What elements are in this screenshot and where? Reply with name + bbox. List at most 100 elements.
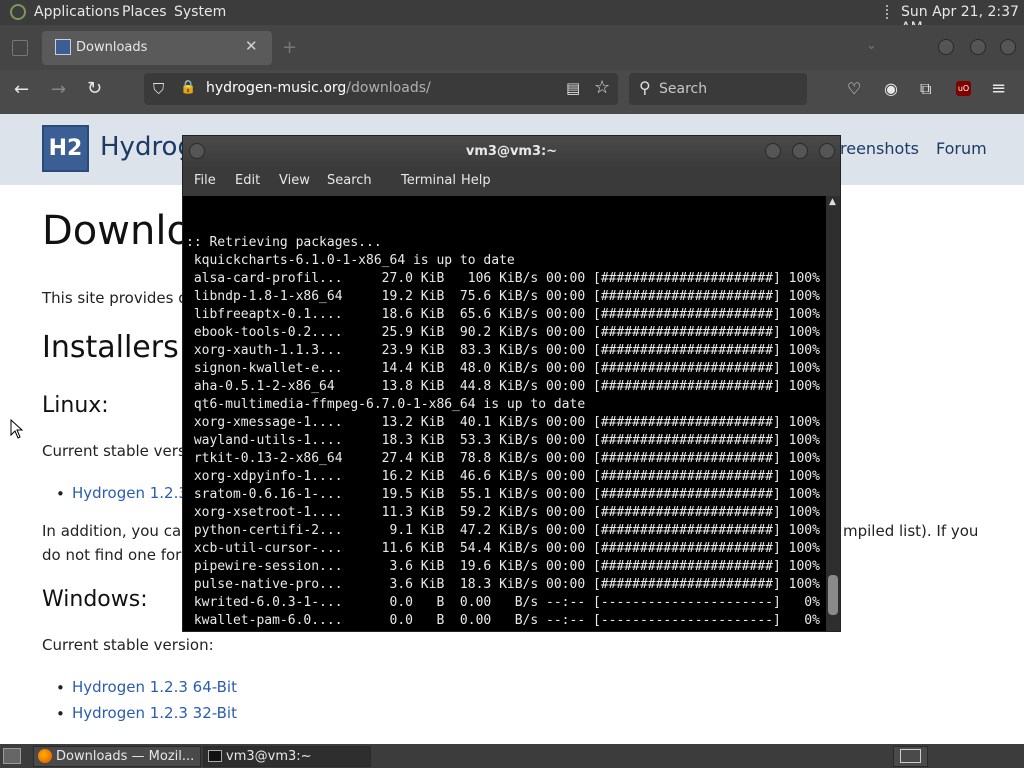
tab-title: Downloads <box>76 40 148 55</box>
star-icon[interactable]: ☆ <box>594 77 610 98</box>
hydrogen-favicon-icon <box>55 39 71 55</box>
terminal-line: xorg-xmessage-1.... 13.2 KiB 40.1 KiB/s … <box>186 415 820 430</box>
close-tab-icon[interactable]: ✕ <box>245 37 258 55</box>
site-title[interactable]: Hydrog <box>100 132 194 162</box>
terminal-line: sratom-0.6.16-1-... 19.5 KiB 55.1 KiB/s … <box>186 487 820 502</box>
terminal-line: libfreeaptx-0.1.... 18.6 KiB 65.6 KiB/s … <box>186 307 820 322</box>
url-bar[interactable]: ⛉ 🔒 hydrogen-music.org/downloads/ ▤ ☆ <box>144 73 618 105</box>
terminal-line: libndp-1.8-1-x86_64 19.2 KiB 75.6 KiB/s … <box>186 289 820 304</box>
terminal-line: :: Retrieving packages... <box>186 235 382 250</box>
nav-link-screenshots[interactable]: reenshots <box>840 139 919 158</box>
search-placeholder: Search <box>659 81 708 97</box>
panel-handle-icon <box>886 5 894 19</box>
account-icon[interactable]: ◉ <box>884 79 898 98</box>
window-maximize-button[interactable] <box>970 39 986 55</box>
hamburger-menu-icon[interactable]: ≡ <box>991 78 1006 99</box>
terminal-maximize-button[interactable] <box>792 143 808 159</box>
url-path: /downloads/ <box>346 80 431 96</box>
terminal-menu-search[interactable]: Search <box>327 173 372 188</box>
terminal-line: pulse-native-pro... 3.6 KiB 18.3 KiB/s 0… <box>186 577 820 592</box>
terminal-menu-help[interactable]: Help <box>461 173 491 188</box>
shield-icon[interactable]: ⛉ <box>153 80 164 98</box>
terminal-line: kquickcharts-6.1.0-1-x86_64 is up to dat… <box>186 253 515 268</box>
ublock-icon[interactable]: uO <box>956 81 971 96</box>
terminal-menu-button[interactable] <box>189 143 205 159</box>
terminal-menu-view[interactable]: View <box>279 173 310 188</box>
bullet-icon: • <box>56 485 65 503</box>
windows-64bit-link[interactable]: Hydrogen 1.2.3 64-Bit <box>72 678 237 696</box>
search-icon: ⚲ <box>639 78 651 97</box>
extensions-icon[interactable]: ⧉ <box>920 79 931 99</box>
url-domain: hydrogen-music.org <box>206 80 347 96</box>
reader-view-icon[interactable]: ▤ <box>566 79 580 97</box>
forward-arrow-icon[interactable]: → <box>51 79 66 100</box>
terminal-line: wayland-utils-1.... 18.3 KiB 53.3 KiB/s … <box>186 433 820 448</box>
linux-download-link[interactable]: Hydrogen 1.2.3 <box>72 484 188 502</box>
menu-applications[interactable]: Applications <box>34 4 120 20</box>
terminal-line: xorg-xauth-1.1.3... 23.9 KiB 83.3 KiB/s … <box>186 343 820 358</box>
linux-heading: Linux: <box>42 393 109 418</box>
back-arrow-icon[interactable]: ← <box>14 79 29 100</box>
new-tab-icon[interactable]: + <box>282 37 297 58</box>
reload-icon[interactable]: ↻ <box>87 78 102 99</box>
taskbar-item-terminal[interactable]: vm3@vm3:~ <box>203 746 371 767</box>
list-tabs-icon[interactable]: ⌄ <box>866 38 877 53</box>
terminal-menu-edit[interactable]: Edit <box>235 173 260 188</box>
pocket-icon[interactable]: ♡ <box>847 79 861 98</box>
terminal-line: xorg-xdpyinfo-1.... 16.2 KiB 46.6 KiB/s … <box>186 469 820 484</box>
addition-text-right: mpiled list). If you <box>843 522 979 540</box>
terminal-scrollbar-thumb[interactable] <box>828 575 838 615</box>
addition-text-left: In addition, you can <box>42 522 191 540</box>
terminal-titlebar[interactable]: vm3@vm3:~ <box>183 136 840 168</box>
terminal-line: aha-0.5.1-2-x86_64 13.8 KiB 44.8 KiB/s 0… <box>186 379 820 394</box>
terminal-menu-file[interactable]: File <box>194 173 216 188</box>
distro-logo-icon[interactable] <box>10 4 26 20</box>
terminal-output[interactable]: :: Retrieving packages... kquickcharts-6… <box>183 196 826 631</box>
terminal-line: python-certifi-2... 9.1 KiB 47.2 KiB/s 0… <box>186 523 820 538</box>
terminal-line: Total (19/21) 276.6 KiB 59.0 KiB/s 00:00… <box>186 630 826 631</box>
terminal-line: alsa-card-profil... 27.0 KiB 106 KiB/s 0… <box>186 271 820 286</box>
terminal-line: ebook-tools-0.2.... 25.9 KiB 90.2 KiB/s … <box>186 325 820 340</box>
mouse-pointer-icon <box>10 419 24 439</box>
terminal-line: kwallet-pam-6.0.... 0.0 B 0.00 B/s --:--… <box>186 613 820 628</box>
terminal-line: qt6-multimedia-ffmpeg-6.7.0-1-x86_64 is … <box>186 397 586 412</box>
taskbar-item-firefox[interactable]: Downloads — Mozil... <box>33 746 201 767</box>
terminal-scrollbar[interactable]: ▲ <box>826 196 840 631</box>
search-bar[interactable]: ⚲ Search <box>629 73 807 105</box>
windows-32bit-link[interactable]: Hydrogen 1.2.3 32-Bit <box>72 704 237 722</box>
terminal-line: kwrited-6.0.3-1-... 0.0 B 0.00 B/s --:--… <box>186 595 820 610</box>
workspace-icon <box>900 749 921 763</box>
addition-text-line2: do not find one for y <box>42 546 195 564</box>
terminal-line: pipewire-session... 3.6 KiB 19.6 KiB/s 0… <box>186 559 820 574</box>
workspace-switcher[interactable] <box>893 746 928 767</box>
lock-icon[interactable]: 🔒 <box>180 80 196 95</box>
terminal-line: xcb-util-cursor-... 11.6 KiB 54.4 KiB/s … <box>186 541 820 556</box>
terminal-title: vm3@vm3:~ <box>465 144 558 159</box>
terminal-minimize-button[interactable] <box>765 143 781 159</box>
menu-places[interactable]: Places <box>122 4 167 20</box>
terminal-close-button[interactable] <box>819 143 835 159</box>
window-close-button[interactable] <box>1000 39 1016 55</box>
scroll-up-arrow-icon[interactable]: ▲ <box>829 197 836 207</box>
url-text[interactable]: hydrogen-music.org/downloads/ <box>206 80 431 96</box>
terminal-line: xorg-xsetroot-1.... 11.3 KiB 59.2 KiB/s … <box>186 505 820 520</box>
show-desktop-icon[interactable] <box>3 748 21 764</box>
windows-stable-text: Current stable version: <box>42 636 214 654</box>
menu-system[interactable]: System <box>174 4 226 20</box>
terminal-menubar: File Edit View Search Terminal Help <box>183 168 840 196</box>
firefox-icon <box>38 749 52 763</box>
hydrogen-logo[interactable]: H2 <box>42 125 89 172</box>
nav-link-forum[interactable]: Forum <box>936 139 987 158</box>
tab-downloads[interactable]: Downloads ✕ <box>42 31 272 65</box>
taskbar-item-label: Downloads — Mozil... <box>56 749 195 764</box>
terminal-line: rtkit-0.13-2-x86_64 27.4 KiB 78.8 KiB/s … <box>186 451 820 466</box>
linux-stable-text: Current stable versio <box>42 442 200 460</box>
window-minimize-button[interactable] <box>938 39 954 55</box>
terminal-line: signon-kwallet-e... 14.4 KiB 48.0 KiB/s … <box>186 361 820 376</box>
terminal-menu-terminal[interactable]: Terminal <box>401 173 456 188</box>
bullet-icon: • <box>56 679 65 697</box>
top-panel: Applications Places System Sun Apr 21, 2… <box>0 0 1024 36</box>
bullet-icon: • <box>56 705 65 723</box>
tab-overview-icon[interactable] <box>12 40 28 56</box>
terminal-icon <box>208 750 222 762</box>
